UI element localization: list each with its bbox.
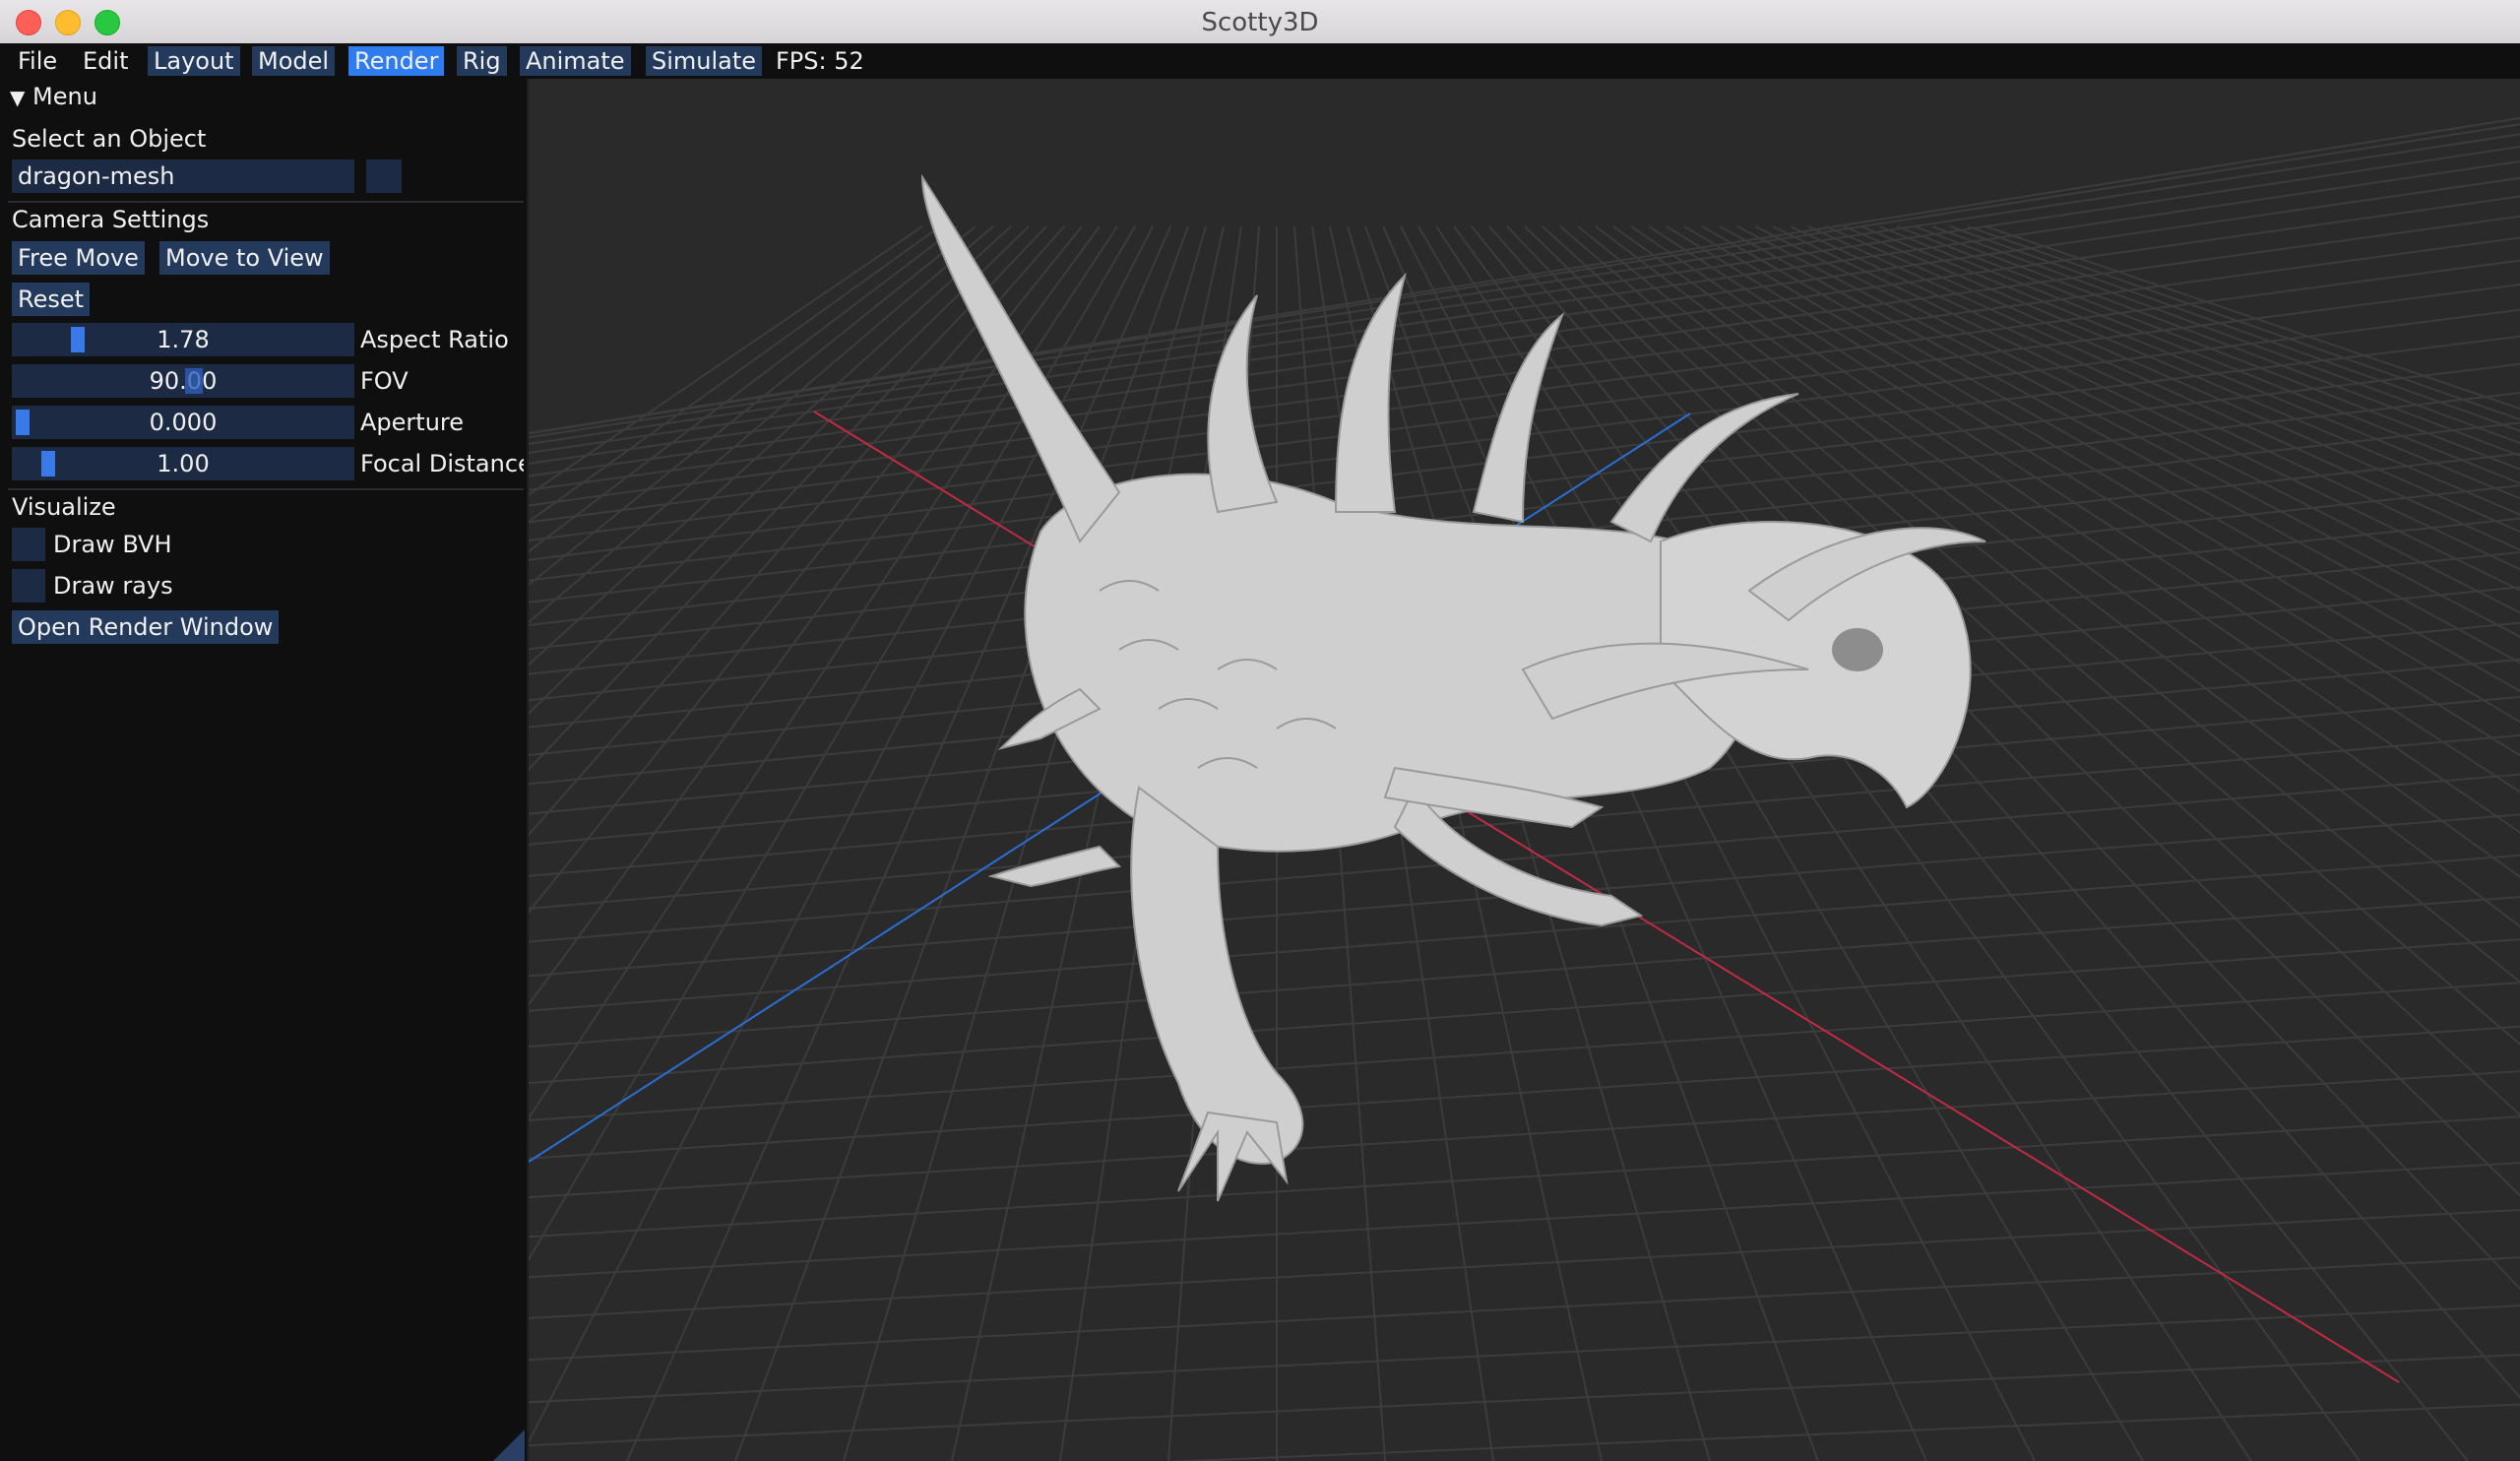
separator — [8, 488, 524, 490]
menu-header[interactable]: ▼ Menu — [10, 82, 97, 112]
fov-value: 90.00 — [149, 367, 218, 395]
camera-settings-label: Camera Settings — [12, 206, 210, 233]
free-move-button[interactable]: Free Move — [12, 241, 145, 275]
side-panel: ▼ Menu Select an Object dragon-mesh Came… — [0, 79, 529, 1461]
fov-label: FOV — [360, 367, 409, 395]
aperture-slider[interactable]: 0.000 — [12, 406, 354, 439]
visualize-label: Visualize — [12, 493, 116, 521]
focal-distance-slider[interactable]: 1.00 — [12, 447, 354, 480]
fov-slider[interactable]: 90.00 — [12, 364, 354, 398]
mode-simulate[interactable]: Simulate — [646, 46, 763, 76]
mode-model[interactable]: Model — [252, 46, 336, 76]
reset-button[interactable]: Reset — [12, 283, 91, 316]
mode-animate[interactable]: Animate — [520, 46, 631, 76]
fps-counter: FPS: 52 — [776, 47, 864, 75]
menu-edit[interactable]: Edit — [77, 46, 134, 76]
slider-grab-handle[interactable] — [16, 410, 30, 435]
slider-grab-handle[interactable] — [71, 327, 85, 352]
separator — [8, 201, 524, 203]
draw-bvh-checkbox[interactable] — [12, 528, 45, 561]
window-title: Scotty3D — [1201, 8, 1319, 37]
select-object-label: Select an Object — [12, 125, 207, 153]
slider-grab-handle[interactable] — [41, 451, 55, 476]
aspect-ratio-slider[interactable]: 1.78 — [12, 323, 354, 356]
aspect-ratio-value: 1.78 — [157, 326, 210, 353]
mode-rig[interactable]: Rig — [457, 46, 507, 76]
aperture-label: Aperture — [360, 409, 465, 436]
mode-render[interactable]: Render — [348, 46, 445, 76]
object-dropdown-arrow-button[interactable] — [366, 159, 402, 193]
mode-layout[interactable]: Layout — [148, 46, 240, 76]
draw-rays-label: Draw rays — [53, 572, 173, 600]
object-select-dropdown[interactable]: dragon-mesh — [12, 159, 354, 193]
aspect-ratio-label: Aspect Ratio — [360, 326, 509, 353]
move-to-view-button[interactable]: Move to View — [159, 241, 330, 275]
open-render-window-button[interactable]: Open Render Window — [12, 610, 280, 644]
viewport-scene[interactable] — [529, 79, 2520, 1461]
draw-bvh-label: Draw BVH — [53, 531, 172, 558]
title-bar: Scotty3D — [0, 0, 2520, 44]
menu-file[interactable]: File — [12, 46, 63, 76]
text-cursor-selection — [185, 368, 203, 394]
menu-header-label: Menu — [32, 83, 97, 110]
selected-object-value: dragon-mesh — [18, 162, 175, 190]
draw-rays-checkbox[interactable] — [12, 569, 45, 603]
3d-viewport[interactable] — [529, 79, 2520, 1461]
focal-distance-value: 1.00 — [157, 450, 210, 477]
panel-resize-grip[interactable] — [493, 1429, 525, 1461]
menu-bar: File Edit Layout Model Render Rig Animat… — [0, 43, 2520, 79]
aperture-value: 0.000 — [149, 409, 218, 436]
collapse-triangle-icon[interactable]: ▼ — [10, 86, 25, 109]
focal-distance-label: Focal Distance — [360, 450, 524, 477]
